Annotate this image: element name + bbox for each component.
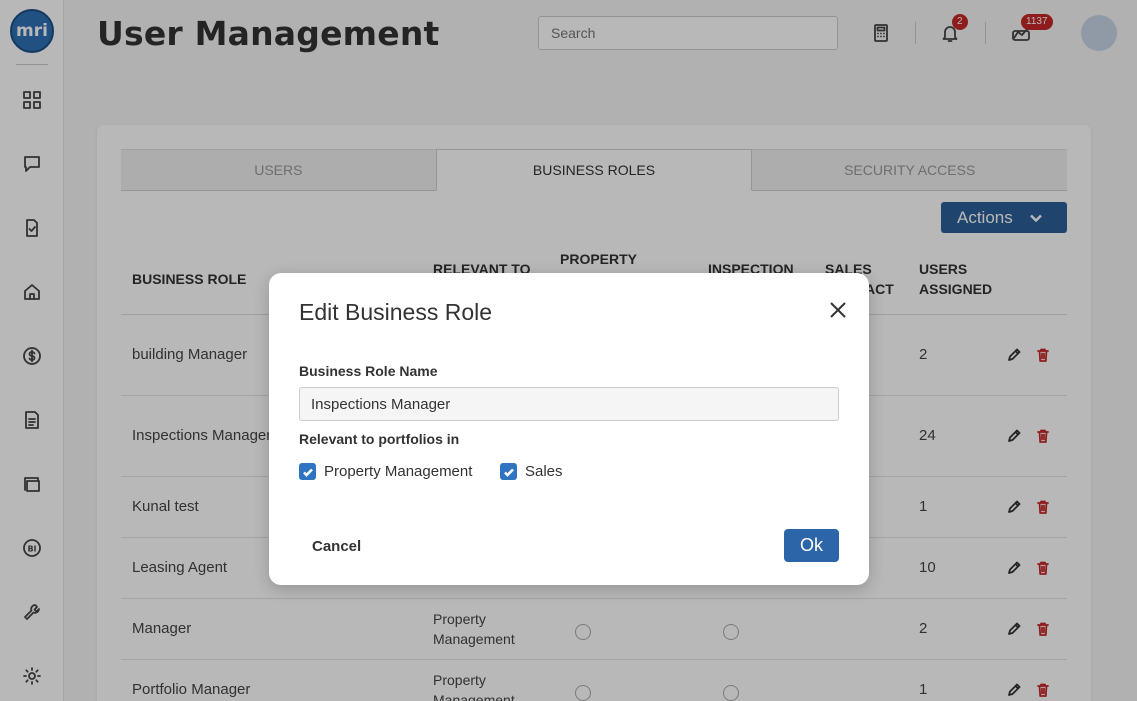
- property-management-checkbox[interactable]: [299, 463, 316, 480]
- business-role-name-field[interactable]: [299, 387, 839, 421]
- ok-button[interactable]: Ok: [784, 529, 839, 562]
- dialog-title: Edit Business Role: [299, 299, 493, 325]
- cancel-button[interactable]: Cancel: [312, 538, 361, 555]
- edit-business-role-dialog: Edit Business Role Business Role Name Re…: [269, 273, 869, 585]
- property-management-label: Property Management: [324, 463, 473, 480]
- property-management-checkbox-group[interactable]: Property Management: [299, 463, 472, 480]
- portfolios-label: Relevant to portfolios in: [299, 431, 460, 447]
- close-icon[interactable]: [827, 299, 849, 321]
- sales-checkbox[interactable]: [500, 463, 517, 480]
- business-role-name-label: Business Role Name: [299, 363, 438, 379]
- sales-label: Sales: [525, 463, 563, 480]
- checkmark-icon: [302, 468, 313, 477]
- checkmark-icon: [503, 468, 514, 477]
- sales-checkbox-group[interactable]: Sales: [500, 463, 563, 480]
